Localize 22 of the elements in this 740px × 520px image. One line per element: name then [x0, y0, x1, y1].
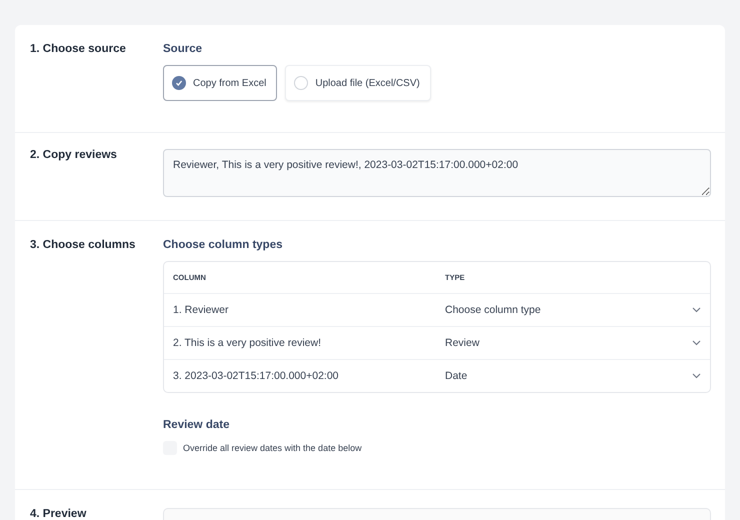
field-label: Choose column types	[163, 239, 282, 251]
table-cell-text: 3. 2023-03-02T15:17:00.000+02:00	[173, 370, 340, 382]
check-radio-icon	[172, 76, 186, 90]
checkbox-label: Override all review dates with the date below	[183, 443, 362, 453]
chevron-down-icon	[692, 340, 701, 346]
field-label: Source	[163, 43, 202, 55]
section-title: 4. Preview	[29, 508, 88, 520]
section-title: 3. Choose columns	[29, 239, 136, 253]
section-title: 1. Choose source	[29, 43, 127, 57]
reviews-textarea[interactable]: Reviewer, This is a very positive review!, 2023-03-02T15:17:00.000+02:00	[163, 149, 711, 197]
chevron-down-icon	[692, 307, 701, 313]
type-select[interactable]: Date	[445, 370, 701, 382]
type-select[interactable]: Choose column type	[445, 304, 701, 316]
type-select[interactable]: Review	[445, 337, 701, 349]
table-cell-text: 2. This is a very positive review!	[173, 337, 322, 349]
table-cell-text: 1. Reviewer	[173, 304, 230, 316]
section-title: 2. Copy reviews	[29, 149, 118, 163]
source-option[interactable]: Copy from Excel	[163, 65, 278, 101]
source-option[interactable]: Upload file (Excel/CSV)	[285, 65, 431, 101]
field-label: Review date	[163, 419, 230, 431]
chevron-down-icon	[692, 373, 701, 379]
radio-icon	[294, 76, 308, 90]
